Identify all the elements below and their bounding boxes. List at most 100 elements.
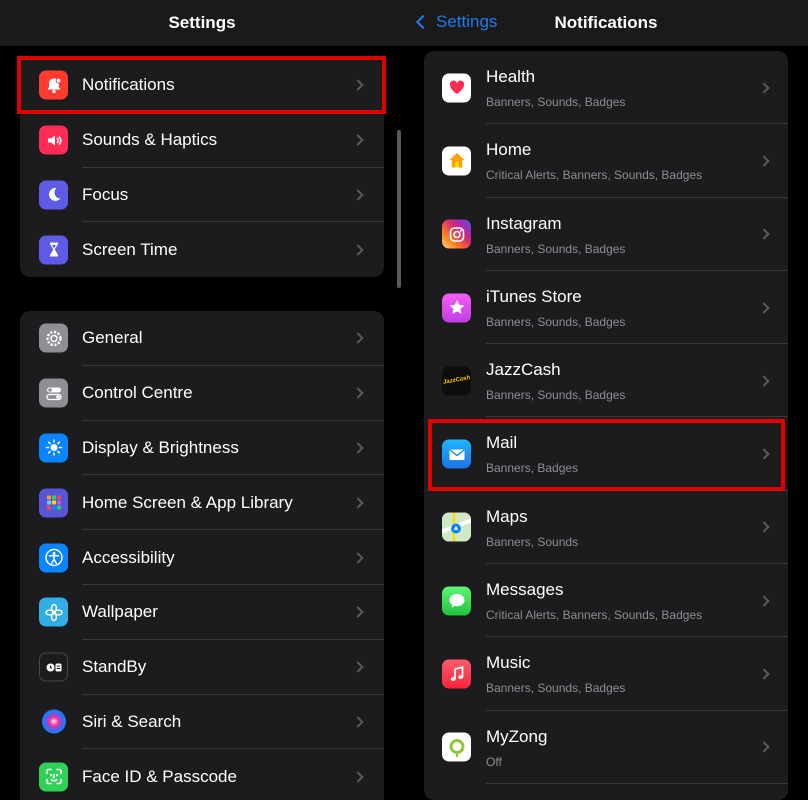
app-name: Music xyxy=(486,653,531,673)
settings-item-wallpaper[interactable]: Wallpaper xyxy=(20,585,384,640)
app-name: Health xyxy=(486,67,536,86)
mail-icon xyxy=(442,439,471,469)
chevron-right-icon xyxy=(352,442,364,454)
toggles-icon xyxy=(39,378,68,408)
chevron-right-icon xyxy=(758,595,770,607)
app-name: MyZong xyxy=(486,726,548,746)
settings-item-focus[interactable]: Focus xyxy=(20,168,384,223)
chevron-right-icon xyxy=(758,521,770,534)
jazzcash-icon: JazzCash xyxy=(442,366,471,396)
settings-nav-bar: Settings xyxy=(0,0,404,46)
settings-item-screen-time[interactable]: Screen Time xyxy=(20,222,384,277)
settings-item-label: Siri & Search xyxy=(82,711,182,731)
music-icon xyxy=(442,659,471,689)
chevron-right-icon xyxy=(758,448,770,460)
notifications-nav-bar: Settings Notifications xyxy=(404,0,808,46)
settings-item-standby[interactable]: StandBy xyxy=(20,640,384,695)
instagram-icon xyxy=(442,219,471,249)
settings-group-2: General Control Centre Display & Brightn… xyxy=(20,311,384,800)
app-name: Home xyxy=(486,140,532,160)
app-notification-summary: Banners, Sounds, Badges xyxy=(486,388,626,403)
app-notification-summary: Critical Alerts, Banners, Sounds, Badges xyxy=(486,168,703,183)
app-row-myzong[interactable]: MyZong Off xyxy=(424,711,788,784)
siri-icon xyxy=(39,707,68,737)
chevron-right-icon xyxy=(352,716,364,728)
app-notification-summary: Banners, Sounds xyxy=(486,534,579,549)
face-id-icon xyxy=(39,762,68,792)
settings-item-face-id[interactable]: Face ID & Passcode xyxy=(20,749,384,800)
app-row-instagram[interactable]: Instagram Banners, Sounds, Badges xyxy=(424,198,788,271)
scrollbar[interactable] xyxy=(397,130,401,288)
app-name: iTunes Store xyxy=(486,286,582,306)
standby-icon xyxy=(39,652,68,682)
app-row-music[interactable]: Music Banners, Sounds, Badges xyxy=(424,637,788,711)
app-notification-summary: Banners, Badges xyxy=(486,461,579,476)
chevron-right-icon xyxy=(352,551,364,564)
app-row-itunes-store[interactable]: iTunes Store Banners, Sounds, Badges xyxy=(424,271,788,345)
chevron-right-icon xyxy=(352,606,364,619)
settings-item-label: Notifications xyxy=(82,75,175,95)
chevron-right-icon xyxy=(352,771,364,783)
divider xyxy=(486,782,788,784)
app-notifications-list: Health Banners, Sounds, Badges Home Crit… xyxy=(424,51,788,800)
app-row-health[interactable]: Health Banners, Sounds, Badges xyxy=(424,51,788,125)
settings-item-label: Accessibility xyxy=(82,547,175,567)
settings-item-label: Display & Brightness xyxy=(82,437,239,457)
app-row-home[interactable]: Home Critical Alerts, Banners, Sounds, B… xyxy=(424,124,788,198)
app-name: Mail xyxy=(486,433,518,453)
messages-icon xyxy=(442,586,471,616)
health-icon xyxy=(442,73,471,103)
chevron-right-icon xyxy=(758,668,770,680)
settings-item-control-centre[interactable]: Control Centre xyxy=(20,366,384,421)
settings-pane: Settings Notifications Sounds & Haptics … xyxy=(0,0,404,800)
settings-item-accessibility[interactable]: Accessibility xyxy=(20,530,384,585)
maps-icon xyxy=(442,512,471,542)
chevron-right-icon xyxy=(352,332,364,345)
settings-item-display[interactable]: Display & Brightness xyxy=(20,421,384,476)
settings-item-home-screen[interactable]: Home Screen & App Library xyxy=(20,475,384,531)
app-notification-summary: Banners, Sounds, Badges xyxy=(486,241,626,256)
app-row-messages[interactable]: Messages Critical Alerts, Banners, Sound… xyxy=(424,564,788,638)
app-name: JazzCash xyxy=(486,360,561,380)
flower-icon xyxy=(39,597,68,627)
settings-item-label: Sounds & Haptics xyxy=(82,130,218,150)
settings-item-label: Screen Time xyxy=(82,239,178,259)
chevron-right-icon xyxy=(758,741,770,753)
chevron-right-icon xyxy=(758,81,770,94)
gear-icon xyxy=(39,323,68,353)
settings-group-1: Notifications Sounds & Haptics Focus Scr… xyxy=(20,58,384,278)
page-title: Settings xyxy=(168,13,236,32)
app-notification-summary: Critical Alerts, Banners, Sounds, Badges xyxy=(486,608,703,623)
settings-item-label: Home Screen & App Library xyxy=(82,492,293,512)
accessibility-icon xyxy=(39,543,68,573)
settings-item-general[interactable]: General xyxy=(20,311,384,366)
sun-icon xyxy=(39,433,68,463)
settings-item-siri[interactable]: Siri & Search xyxy=(20,695,384,750)
chevron-right-icon xyxy=(352,134,364,146)
chevron-right-icon xyxy=(758,301,770,314)
app-notification-summary: Banners, Sounds, Badges xyxy=(486,681,626,696)
settings-item-label: Focus xyxy=(82,184,129,204)
chevron-right-icon xyxy=(758,155,770,167)
settings-item-label: Face ID & Passcode xyxy=(82,766,237,786)
app-row-maps[interactable]: Maps Banners, Sounds xyxy=(424,491,788,565)
app-row-mail[interactable]: Mail Banners, Badges xyxy=(424,417,788,491)
chevron-right-icon xyxy=(352,661,364,673)
settings-item-sounds[interactable]: Sounds & Haptics xyxy=(20,113,384,168)
settings-item-label: Wallpaper xyxy=(82,602,158,622)
app-notification-summary: Off xyxy=(486,754,502,769)
speaker-icon xyxy=(39,125,68,155)
settings-item-label: General xyxy=(82,328,143,348)
app-row-jazzcash[interactable]: JazzCash JazzCash Banners, Sounds, Badge… xyxy=(424,344,788,418)
itunes-star-icon xyxy=(442,293,471,323)
moon-icon xyxy=(39,180,68,210)
settings-item-notifications[interactable]: Notifications xyxy=(20,58,384,113)
bell-icon xyxy=(39,70,68,100)
home-icon xyxy=(442,146,471,176)
myzong-icon xyxy=(442,732,471,762)
chevron-right-icon xyxy=(758,228,770,240)
chevron-right-icon xyxy=(352,79,364,92)
chevron-right-icon xyxy=(352,189,364,201)
chevron-right-icon xyxy=(758,375,770,387)
page-title: Notifications xyxy=(554,13,658,32)
